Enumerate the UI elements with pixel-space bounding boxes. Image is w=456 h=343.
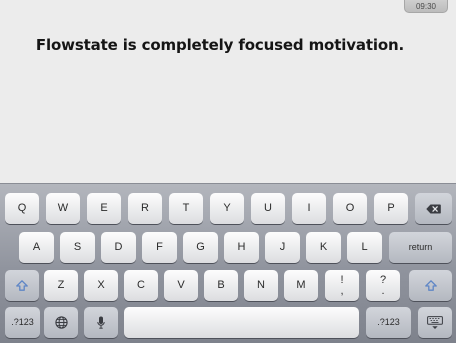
backspace-key[interactable] bbox=[415, 193, 452, 224]
key-r[interactable]: R bbox=[128, 193, 162, 224]
return-key[interactable]: return bbox=[389, 232, 452, 263]
shift-arrow-icon bbox=[16, 280, 28, 291]
backspace-icon bbox=[426, 204, 441, 213]
hide-keyboard-key[interactable] bbox=[418, 307, 452, 338]
key-z[interactable]: Z bbox=[44, 270, 78, 301]
key-u[interactable]: U bbox=[251, 193, 285, 224]
key-v[interactable]: V bbox=[164, 270, 198, 301]
key-l[interactable]: L bbox=[347, 232, 382, 263]
key-q[interactable]: Q bbox=[5, 193, 39, 224]
key-d[interactable]: D bbox=[101, 232, 136, 263]
key-x[interactable]: X bbox=[84, 270, 118, 301]
shift-key-left[interactable] bbox=[5, 270, 39, 301]
key-c[interactable]: C bbox=[124, 270, 158, 301]
key-b[interactable]: B bbox=[204, 270, 238, 301]
key-o[interactable]: O bbox=[333, 193, 367, 224]
key-m[interactable]: M bbox=[284, 270, 318, 301]
onscreen-keyboard: Q W E R T Y U I O P A S D F G H J K L re… bbox=[0, 183, 456, 343]
editor-text[interactable]: Flowstate is completely focused motivati… bbox=[0, 36, 440, 54]
key-e[interactable]: E bbox=[87, 193, 121, 224]
key-n[interactable]: N bbox=[244, 270, 278, 301]
key-f[interactable]: F bbox=[142, 232, 177, 263]
microphone-icon bbox=[97, 316, 105, 329]
key-s[interactable]: S bbox=[60, 232, 95, 263]
key-exclamation-label: ! bbox=[340, 274, 344, 287]
key-question-label: ? bbox=[379, 274, 387, 287]
key-y[interactable]: Y bbox=[210, 193, 244, 224]
key-exclamation-comma[interactable]: ! , bbox=[325, 270, 359, 301]
key-p[interactable]: P bbox=[374, 193, 408, 224]
key-comma-label: , bbox=[340, 284, 344, 297]
numbers-key-left[interactable]: .?123 bbox=[5, 307, 40, 338]
key-g[interactable]: G bbox=[183, 232, 218, 263]
key-w[interactable]: W bbox=[46, 193, 80, 224]
shift-arrow-icon bbox=[424, 280, 437, 291]
globe-icon bbox=[54, 316, 68, 329]
key-h[interactable]: H bbox=[224, 232, 259, 263]
key-j[interactable]: J bbox=[265, 232, 300, 263]
microphone-key[interactable] bbox=[84, 307, 118, 338]
key-t[interactable]: T bbox=[169, 193, 203, 224]
time-badge: 09:30 bbox=[404, 0, 448, 13]
space-key[interactable] bbox=[124, 307, 359, 338]
key-i[interactable]: I bbox=[292, 193, 326, 224]
key-question-period[interactable]: ? . bbox=[366, 270, 400, 301]
numbers-key-right[interactable]: .?123 bbox=[366, 307, 411, 338]
key-period-label: . bbox=[381, 284, 385, 297]
key-a[interactable]: A bbox=[19, 232, 54, 263]
globe-key[interactable] bbox=[44, 307, 78, 338]
key-k[interactable]: K bbox=[306, 232, 341, 263]
keyboard-hide-icon bbox=[427, 315, 443, 329]
shift-key-right[interactable] bbox=[409, 270, 452, 301]
